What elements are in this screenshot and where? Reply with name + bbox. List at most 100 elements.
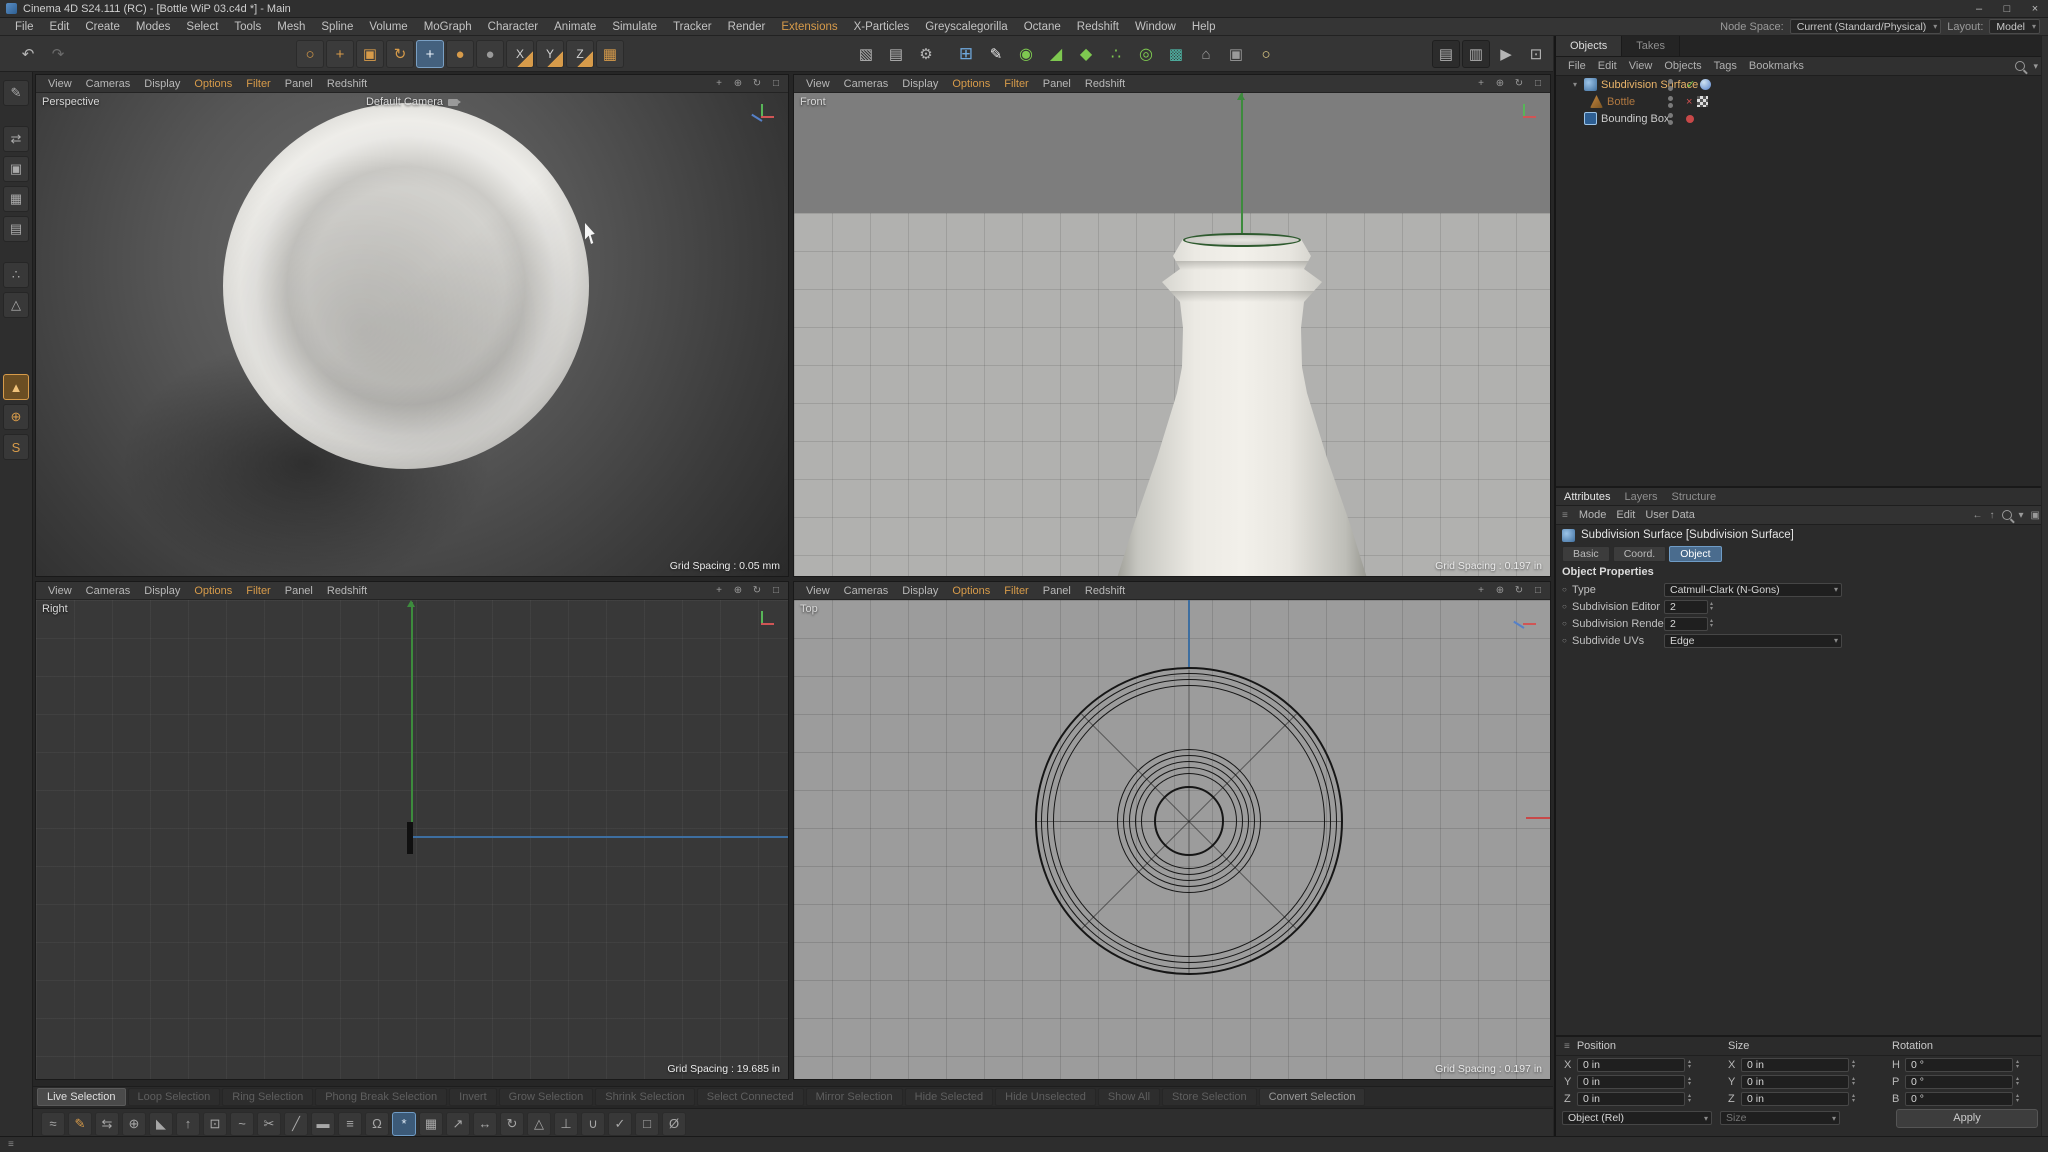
optimize-tool[interactable]: ✓ (608, 1112, 632, 1136)
pan-view-icon[interactable]: + (713, 78, 725, 89)
keyframe-circle-icon[interactable]: ○ (1562, 636, 1572, 645)
move-tool[interactable]: + (326, 40, 354, 68)
viewport-menu-item[interactable]: Display (896, 585, 944, 597)
texture-mode-icon[interactable]: ▦ (3, 186, 29, 212)
add-light-icon[interactable]: ○ (1252, 40, 1280, 68)
iron-tool[interactable]: ▦ (419, 1112, 443, 1136)
toggle-view-icon[interactable]: □ (770, 585, 782, 596)
maximize-button[interactable]: □ (2000, 3, 2014, 15)
redo-icon[interactable]: ↷ (44, 40, 72, 68)
magnet-tool[interactable]: Ω (365, 1112, 389, 1136)
line-cut-tool[interactable]: ╱ (284, 1112, 308, 1136)
panel-tab[interactable]: Structure (1672, 491, 1717, 503)
loop-cut-tool[interactable]: ≡ (338, 1112, 362, 1136)
menu-item[interactable]: Modes (129, 21, 178, 33)
object-manager-menu-item[interactable]: File (1562, 60, 1592, 72)
menu-item[interactable]: File (8, 21, 41, 33)
viewport-menu-item[interactable]: Cameras (838, 585, 895, 597)
up-arrow-icon[interactable]: ↑ (1990, 510, 1995, 521)
disabled-cross-icon[interactable]: × (1686, 96, 1692, 108)
selection-command-button[interactable]: Invert (449, 1088, 497, 1106)
selection-command-button[interactable]: Mirror Selection (806, 1088, 903, 1106)
add-environment-icon[interactable]: ⌂ (1192, 40, 1220, 68)
undo-icon[interactable]: ↶ (14, 40, 42, 68)
menu-item[interactable]: X-Particles (847, 21, 917, 33)
spinner[interactable] (1852, 1094, 1855, 1104)
add-spline-icon[interactable]: ✎ (982, 40, 1010, 68)
weld-tool[interactable]: ⊕ (122, 1112, 146, 1136)
viewport-menu-item[interactable]: Panel (1037, 585, 1077, 597)
viewport-menu-item[interactable]: Options (946, 78, 996, 90)
viewport-menu-item[interactable]: Filter (998, 78, 1034, 90)
add-camera-icon[interactable]: ▣ (1222, 40, 1250, 68)
smooth-shift-tool[interactable]: ~ (230, 1112, 254, 1136)
toggle-view-icon[interactable]: □ (1532, 585, 1544, 596)
viewport-menu-item[interactable]: Redshift (321, 78, 373, 90)
normal-rotate-tool[interactable]: ↻ (500, 1112, 524, 1136)
pan-view-icon[interactable]: + (1475, 585, 1487, 596)
menu-item[interactable]: Edit (43, 21, 77, 33)
split-tool[interactable]: △ (527, 1112, 551, 1136)
attribute-section-tab[interactable]: Object (1669, 546, 1721, 562)
live-selection-tool[interactable]: ○ (296, 40, 324, 68)
menu-item[interactable]: Mesh (270, 21, 312, 33)
render-view-icon[interactable]: ▧ (852, 40, 880, 68)
timeline-clapper2-icon[interactable]: ▥ (1462, 40, 1490, 68)
object-row-subdivision-surface[interactable]: ▾ Subdivision Surface ✓ (1556, 76, 2048, 93)
search-icon[interactable] (2002, 510, 2012, 520)
rotate-tool[interactable]: ↻ (386, 40, 414, 68)
spinner[interactable] (1710, 619, 1713, 629)
add-subdivision-surface-icon[interactable]: ◉ (1012, 40, 1040, 68)
menu-item[interactable]: Create (78, 21, 127, 33)
panel-tab[interactable]: Attributes (1564, 491, 1610, 503)
node-space-dropdown[interactable]: Current (Standard/Physical) (1790, 19, 1942, 34)
lock-x-axis[interactable]: X (506, 40, 534, 68)
object-row-bounding-box[interactable]: Bounding Box (1556, 110, 2048, 127)
plane-cut-tool[interactable]: ▬ (311, 1112, 335, 1136)
object-manager-menu-item[interactable]: View (1623, 60, 1659, 72)
menu-item[interactable]: Window (1128, 21, 1183, 33)
viewport-menu-item[interactable]: Display (138, 78, 186, 90)
back-arrow-icon[interactable]: ← (1973, 510, 1983, 521)
viewport-menu-item[interactable]: Display (896, 78, 944, 90)
workplane-mode-icon[interactable]: ▤ (3, 216, 29, 242)
arc-tool[interactable]: ≈ (41, 1112, 65, 1136)
viewport-menu-item[interactable]: Panel (279, 585, 319, 597)
spinner[interactable] (1852, 1060, 1855, 1070)
viewport-menu-item[interactable]: Panel (279, 78, 319, 90)
keyframe-circle-icon[interactable]: ○ (1562, 619, 1572, 628)
attribute-mode-menu-item[interactable]: Mode (1574, 509, 1612, 521)
coordinate-mode-dropdown[interactable]: Object (Rel) (1562, 1111, 1712, 1125)
spinner[interactable] (2016, 1094, 2019, 1104)
visibility-dots[interactable] (1668, 96, 1673, 108)
menu-item[interactable]: Greyscalegorilla (918, 21, 1014, 33)
edge-slide-tool[interactable]: ⇆ (95, 1112, 119, 1136)
keyframe-circle-icon[interactable]: ○ (1562, 585, 1572, 594)
attribute-section-tab[interactable]: Coord. (1613, 546, 1667, 562)
menu-item[interactable]: Help (1185, 21, 1223, 33)
selection-command-button[interactable]: Loop Selection (128, 1088, 221, 1106)
render-picture-viewer-icon[interactable]: ▤ (882, 40, 910, 68)
viewport-menu-item[interactable]: Filter (998, 585, 1034, 597)
lock-z-axis[interactable]: Z (566, 40, 594, 68)
play-icon[interactable]: ▶ (1492, 40, 1520, 68)
visibility-dots[interactable] (1668, 79, 1673, 91)
viewport-canvas-front[interactable]: Front Grid Spacing : 0.197 in (794, 93, 1550, 576)
polygon-pen-tool[interactable]: ✎ (68, 1112, 92, 1136)
current-tool-move[interactable]: + (416, 40, 444, 68)
polygons-mode-icon[interactable]: ▲ (3, 374, 29, 400)
subdivision-editor-input[interactable]: 2 (1664, 600, 1708, 614)
viewport-menu-item[interactable]: Redshift (321, 585, 373, 597)
spinner[interactable] (1710, 602, 1713, 612)
model-mode-icon[interactable]: ▣ (3, 156, 29, 182)
selection-command-button[interactable]: Phong Break Selection (315, 1088, 447, 1106)
close-button[interactable]: × (2028, 3, 2042, 15)
zoom-view-icon[interactable]: ⊕ (732, 78, 744, 89)
render-off-dot-icon[interactable] (1686, 115, 1694, 123)
object-manager-menu-item[interactable]: Bookmarks (1743, 60, 1810, 72)
points-mode-icon[interactable]: ∴ (3, 262, 29, 288)
attribute-mode-menu-item[interactable]: Edit (1611, 509, 1640, 521)
close-hole-tool[interactable]: □ (635, 1112, 659, 1136)
zoom-view-icon[interactable]: ⊕ (1494, 78, 1506, 89)
rotation-input[interactable]: 0 ° (1905, 1075, 2013, 1089)
